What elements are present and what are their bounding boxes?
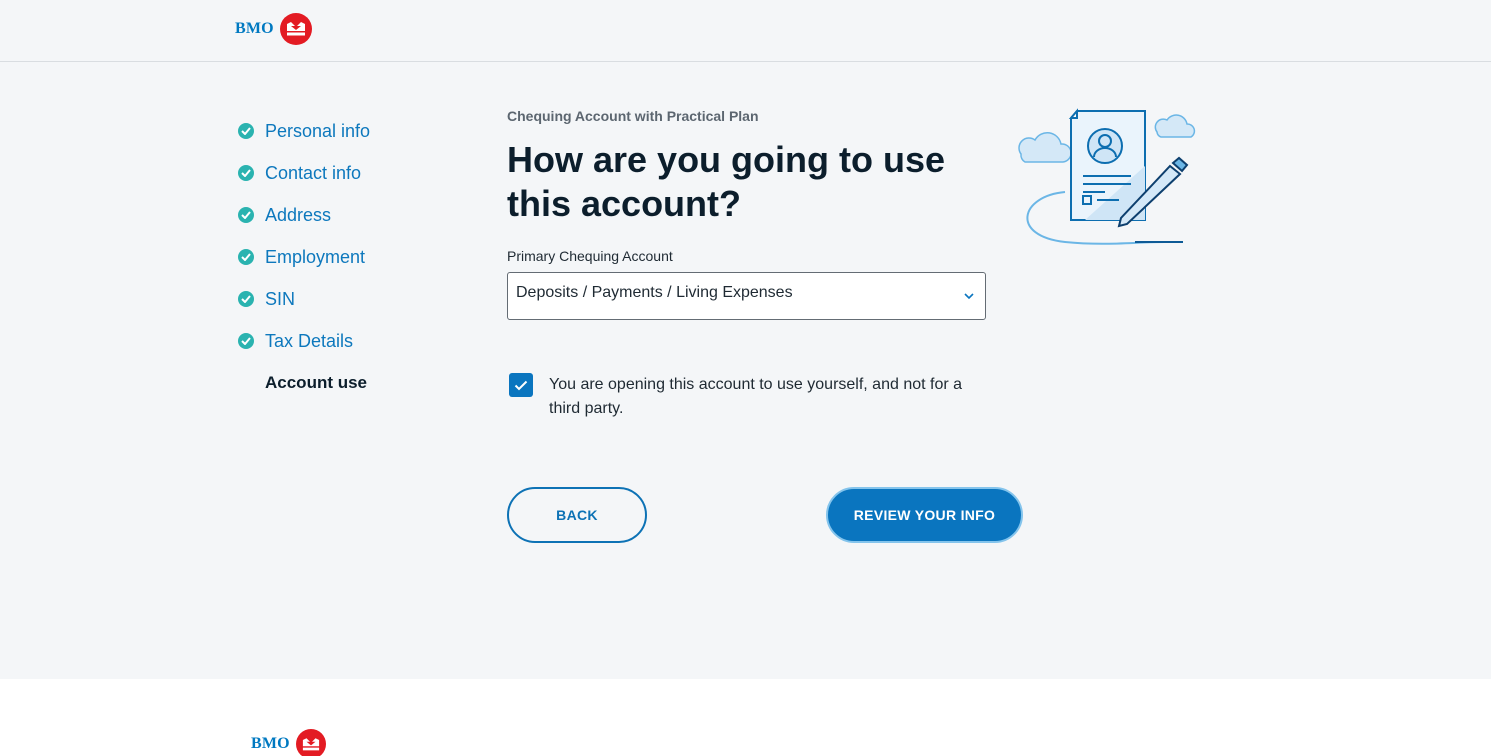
check-circle-icon (238, 333, 254, 349)
step-sin[interactable]: SIN (238, 278, 370, 320)
top-header: BMO (0, 0, 1491, 62)
bmo-roundel-icon (279, 13, 312, 45)
progress-steps: Personal info Contact info Address Emplo… (238, 110, 370, 404)
step-contact-info[interactable]: Contact info (238, 152, 370, 194)
step-account-use: Account use (238, 362, 370, 404)
step-label: Tax Details (265, 330, 354, 351)
review-info-button[interactable]: REVIEW YOUR INFO (826, 487, 1023, 543)
checkmark-icon (514, 380, 528, 390)
check-circle-icon (238, 123, 254, 139)
step-address[interactable]: Address (238, 194, 370, 236)
own-use-checkbox-label[interactable]: You are opening this account to use your… (549, 373, 989, 421)
check-circle-icon (238, 291, 254, 307)
document-with-pen-icon (1018, 108, 1196, 245)
primary-account-select[interactable]: Deposits / Payments / Living Expenses (507, 272, 986, 320)
step-tax-details[interactable]: Tax Details (238, 320, 370, 362)
back-button[interactable]: BACK (507, 487, 647, 543)
bmo-roundel-icon (295, 729, 326, 756)
logo-text: BMO (235, 20, 274, 37)
step-label: Contact info (265, 162, 362, 183)
step-employment[interactable]: Employment (238, 236, 370, 278)
product-subtitle: Chequing Account with Practical Plan (507, 108, 759, 124)
primary-account-label: Primary Chequing Account (507, 248, 673, 264)
select-value: Deposits / Payments / Living Expenses (516, 284, 793, 301)
step-label-current: Account use (265, 373, 368, 392)
step-personal-info[interactable]: Personal info (238, 110, 370, 152)
page-footer: BMO (0, 679, 1491, 756)
chevron-down-icon (964, 293, 974, 300)
step-label: SIN (265, 288, 296, 309)
bmo-logo[interactable]: BMO (251, 729, 326, 756)
check-circle-icon (238, 249, 254, 265)
step-label: Address (265, 204, 332, 225)
step-label: Employment (265, 246, 366, 267)
own-use-checkbox[interactable] (509, 373, 533, 397)
check-circle-icon (238, 165, 254, 181)
logo-text: BMO (251, 735, 290, 752)
step-label: Personal info (265, 120, 371, 141)
page-title: How are you going to use this account? (507, 139, 946, 224)
bmo-logo[interactable]: BMO (235, 13, 312, 45)
check-circle-icon (238, 207, 254, 223)
